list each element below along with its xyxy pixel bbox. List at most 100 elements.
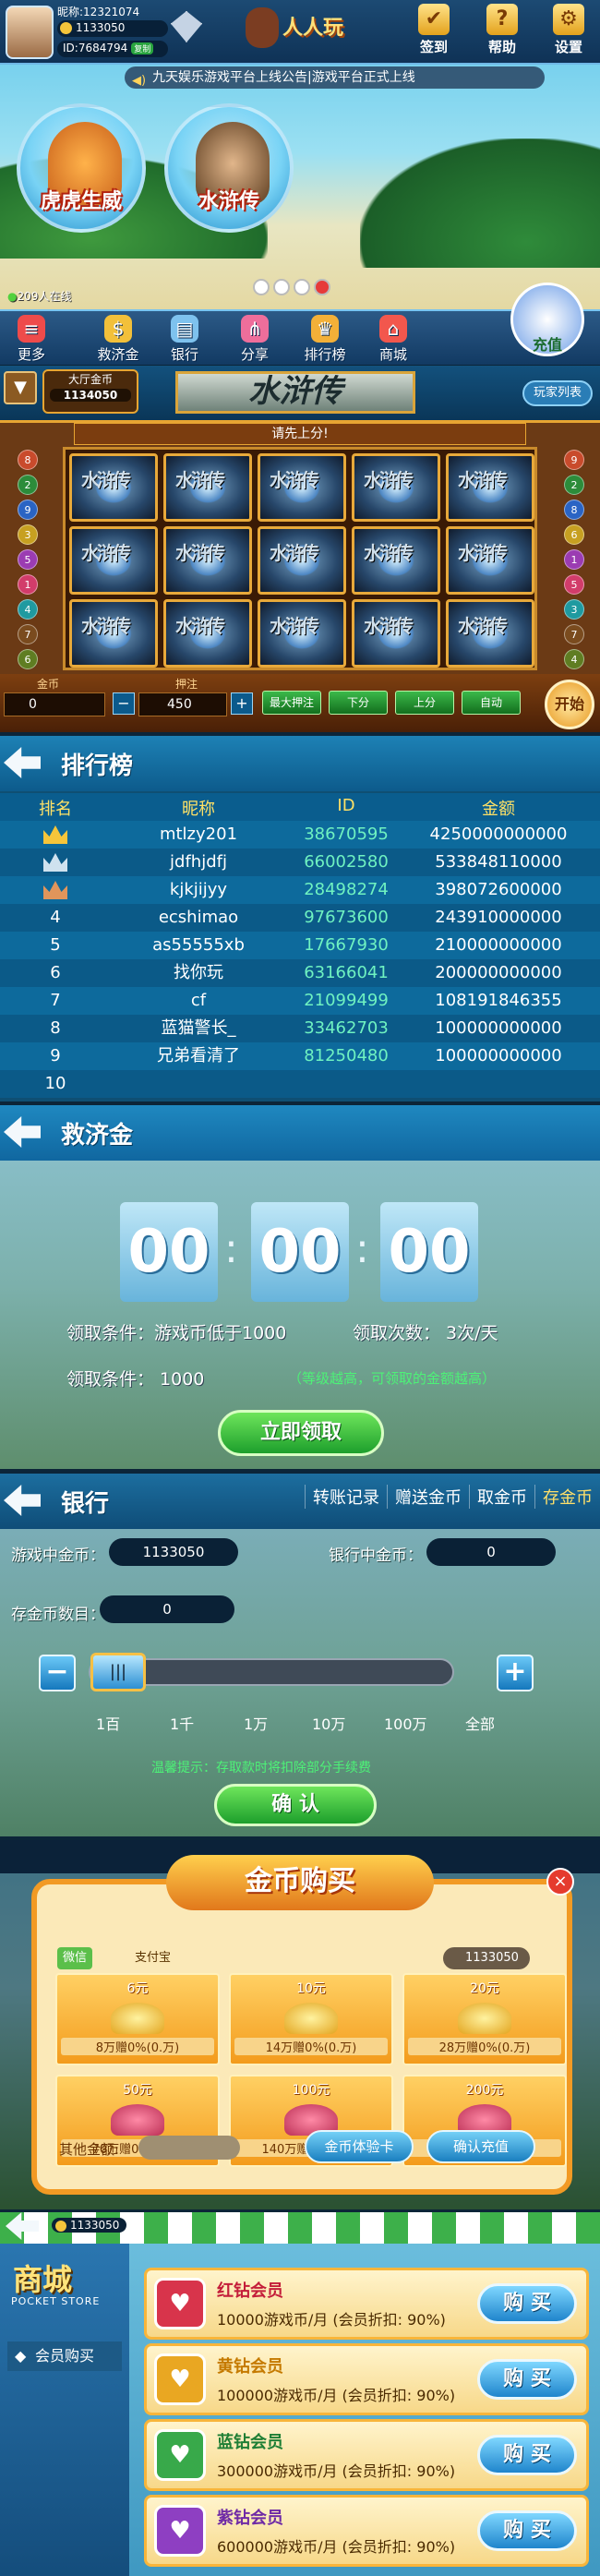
checkin-button[interactable]: ✔ 签到 (408, 4, 460, 56)
trial-card-button[interactable]: 金币体验卡 (305, 2130, 414, 2163)
back-arrow-icon[interactable] (4, 747, 41, 778)
table-row[interactable]: 9 兄弟看清了 81250480 100000000000 (0, 1042, 600, 1070)
id-cell: 33462703 (304, 1018, 389, 1038)
gold-amount: 0 (4, 692, 105, 716)
purchase-item[interactable]: 20元 28万赠0%(0.万) (402, 1973, 567, 2065)
claim-button[interactable]: 立即领取 (218, 1410, 384, 1456)
table-row[interactable]: 10 (0, 1070, 600, 1098)
nav-relief[interactable]: $ 救济金 (90, 315, 146, 364)
tab-deposit[interactable]: 存金币 (534, 1485, 600, 1509)
coin-bag-icon (111, 2104, 164, 2136)
tab-membership[interactable]: 会员购买 (7, 2341, 122, 2371)
nav-more[interactable]: ≡ 更多 (4, 315, 59, 364)
table-row[interactable]: 5 as55555xb 17667930 210000000000 (0, 932, 600, 959)
buy-button[interactable]: 购 买 (477, 2359, 577, 2400)
bet-increase-button[interactable]: + (231, 692, 253, 715)
confirm-button[interactable]: 确 认 (214, 1784, 377, 1826)
tab-gift-coins[interactable]: 赠送金币 (387, 1485, 469, 1509)
recharge-button[interactable]: 充值 (510, 283, 584, 356)
page-dot[interactable] (294, 279, 310, 295)
amount-tick[interactable]: 全部 (465, 1712, 495, 1734)
pay-alipay-tab[interactable]: 支付宝 (135, 1947, 171, 1969)
table-row[interactable]: jdfhjdfj 66002580 533848110000 (0, 849, 600, 876)
avatar[interactable] (6, 6, 54, 59)
amount-tick[interactable]: 10万 (312, 1712, 345, 1734)
amount-tick[interactable]: 100万 (384, 1712, 427, 1734)
tab-withdraw[interactable]: 取金币 (469, 1485, 534, 1509)
item-price: 20元 (470, 1981, 499, 1996)
membership-name: 蓝钻会员 (217, 2433, 283, 2452)
cash-out-button[interactable]: 下分 (329, 691, 388, 715)
ranking-icon: ♛ (311, 315, 339, 343)
purchase-item[interactable]: 10元 14万赠0%(0.万) (229, 1973, 393, 2065)
table-row[interactable]: 6 找你玩 63166041 200000000000 (0, 959, 600, 987)
relief-screen: 救济金 00 : 00 : 00 领取条件：游戏币低于1000 领取次数： 3次… (0, 1105, 600, 1469)
membership-description: 300000游戏币/月 (会员折扣: 90%) (217, 2462, 456, 2480)
amount-tick[interactable]: 1万 (244, 1712, 268, 1734)
amount-cell: 210000000000 (435, 935, 562, 955)
purchase-item[interactable]: 6元 8万赠0%(0.万) (55, 1973, 220, 2065)
game-card-water-margin[interactable]: 水浒传 (164, 103, 294, 233)
nav-bank[interactable]: ▤ 银行 (157, 315, 212, 364)
pay-wechat-tab[interactable]: 微信 (57, 1947, 93, 1969)
decrease-button[interactable]: − (39, 1655, 76, 1691)
column-rank: 排名 (39, 800, 72, 819)
page-dot-active[interactable] (314, 279, 330, 295)
nav-ranking[interactable]: ♛ 排行榜 (297, 315, 353, 364)
nickname: 昵称:12321074 (57, 6, 140, 18)
payline-indicator: 5 (18, 549, 38, 570)
confirm-recharge-button[interactable]: 确认充值 (426, 2130, 535, 2163)
other-amount-input[interactable] (138, 2136, 240, 2160)
announcement-text: 九天娱乐游戏平台上线公告|游戏平台正式上线 (152, 70, 415, 85)
bank-header: 银行 转账记录 赠送金币 取金币 存金币 (0, 1474, 600, 1529)
bank-tip: 温馨提示：存取款时将扣除部分手续费 (151, 1761, 371, 1776)
membership-name: 红钻会员 (217, 2281, 283, 2301)
help-button[interactable]: ? 帮助 (476, 4, 528, 56)
bet-decrease-button[interactable]: − (113, 692, 135, 715)
payline-indicator: 8 (564, 500, 584, 520)
cash-in-button[interactable]: 上分 (395, 691, 454, 715)
back-arrow-icon[interactable] (4, 1485, 41, 1516)
nav-share[interactable]: ⋔ 分享 (227, 315, 282, 364)
table-row[interactable]: kjkjijyy 28498274 398072600000 (0, 876, 600, 904)
membership-row: ♥ 蓝钻会员 300000游戏币/月 (会员折扣: 90%) 购 买 (144, 2419, 589, 2491)
table-row[interactable]: 4 ecshimao 97673600 243910000000 (0, 904, 600, 932)
max-bet-button[interactable]: 最大押注 (262, 691, 321, 715)
amount-tick[interactable]: 1千 (170, 1712, 194, 1734)
table-row[interactable]: 7 cf 21099499 108191846355 (0, 987, 600, 1015)
nav-label: 银行 (170, 346, 198, 363)
menu-button[interactable]: ▼ (4, 371, 37, 404)
table-row[interactable]: mtlzy201 38670595 4250000000000 (0, 821, 600, 849)
amount-tick[interactable]: 1百 (96, 1712, 120, 1734)
relief-condition: 领取条件：游戏币低于1000 (66, 1323, 287, 1343)
settings-button[interactable]: ⚙ 设置 (543, 4, 594, 56)
auto-button[interactable]: 自动 (462, 691, 521, 715)
page-dot[interactable] (253, 279, 270, 295)
amount-cell: 100000000000 (435, 1046, 562, 1065)
column-id: ID (337, 796, 355, 815)
table-row[interactable]: 8 蓝猫警长_ 33462703 100000000000 (0, 1015, 600, 1042)
copy-button[interactable]: 复制 (131, 42, 154, 54)
page-dot[interactable] (273, 279, 290, 295)
close-icon[interactable]: × (546, 1868, 574, 1896)
item-description: 8万赠0%(0.万) (61, 2038, 214, 2055)
more-icon: ≡ (18, 315, 45, 343)
increase-button[interactable]: + (497, 1655, 534, 1691)
buy-button[interactable]: 购 买 (477, 2510, 577, 2551)
player-list-button[interactable]: 玩家列表 (522, 380, 593, 406)
tab-transfer-records[interactable]: 转账记录 (305, 1485, 387, 1509)
back-arrow-icon[interactable] (4, 1116, 41, 1148)
start-button[interactable]: 开始 (545, 680, 594, 729)
slot-symbol-text: 水浒传 (458, 542, 508, 564)
amount-slider-handle[interactable]: ||| (90, 1653, 146, 1691)
game-card-tiger[interactable]: 虎虎生威 (17, 103, 146, 233)
payline-indicator: 9 (18, 500, 38, 520)
deposit-amount-input[interactable]: 0 (100, 1595, 234, 1623)
diamond-icon[interactable] (171, 11, 202, 42)
payline-indicator: 3 (18, 524, 38, 545)
slot-reels: 水浒传 水浒传 水浒传 水浒传 水浒传 水浒传 水浒传 水浒传 水浒传 水浒传 水浒传 水浒传 水浒传水… (63, 447, 537, 670)
relief-header: 救济金 (0, 1105, 600, 1161)
nav-shop[interactable]: ⌂ 商城 (366, 315, 421, 364)
buy-button[interactable]: 购 买 (477, 2435, 577, 2475)
buy-button[interactable]: 购 买 (477, 2283, 577, 2324)
